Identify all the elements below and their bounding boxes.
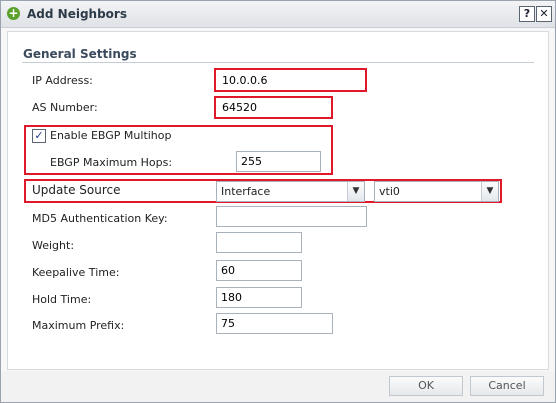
maximum-prefix-input[interactable] [216, 313, 333, 334]
as-number-input[interactable] [217, 98, 330, 117]
add-neighbors-dialog: + Add Neighbors ? ✕ General Settings IP … [0, 0, 556, 403]
update-source-interface-value: vti0 [379, 185, 400, 198]
ok-button[interactable]: OK [389, 376, 463, 396]
hold-time-label: Hold Time: [32, 293, 92, 306]
cancel-button[interactable]: Cancel [470, 376, 544, 396]
section-divider [22, 62, 534, 63]
add-icon: + [7, 6, 20, 20]
md5-key-input[interactable] [216, 206, 367, 227]
ebgp-max-hops-label: EBGP Maximum Hops: [50, 156, 173, 169]
ip-address-label: IP Address: [32, 74, 93, 87]
hold-time-input[interactable] [216, 287, 302, 308]
enable-ebgp-multihop-label: Enable EBGP Multihop [50, 129, 172, 142]
weight-input[interactable] [216, 232, 302, 253]
update-source-interface-select[interactable]: vti0 ▼ [374, 181, 499, 202]
chevron-down-icon: ▼ [481, 182, 498, 201]
update-source-type-value: Interface [221, 185, 271, 198]
keepalive-time-input[interactable] [216, 260, 302, 281]
dialog-title: Add Neighbors [27, 7, 127, 21]
update-source-label: Update Source [32, 183, 121, 197]
update-source-type-select[interactable]: Interface ▼ [216, 181, 365, 202]
dialog-footer: OK Cancel [1, 371, 555, 402]
chevron-down-icon: ▼ [347, 182, 364, 201]
dialog-content: General Settings IP Address: AS Number: … [7, 31, 549, 370]
maximum-prefix-label: Maximum Prefix: [32, 319, 125, 332]
help-button[interactable]: ? [519, 6, 535, 22]
dialog-titlebar: + Add Neighbors ? ✕ [1, 1, 555, 28]
ebgp-max-hops-input[interactable] [236, 151, 321, 172]
ip-address-input[interactable] [217, 70, 364, 90]
md5-key-label: MD5 Authentication Key: [32, 212, 168, 225]
section-title: General Settings [23, 47, 137, 61]
close-button[interactable]: ✕ [536, 6, 552, 22]
as-number-label: AS Number: [32, 101, 98, 114]
keepalive-time-label: Keepalive Time: [32, 266, 120, 279]
enable-ebgp-multihop-checkbox[interactable]: ✓ [32, 129, 46, 143]
weight-label: Weight: [32, 239, 75, 252]
